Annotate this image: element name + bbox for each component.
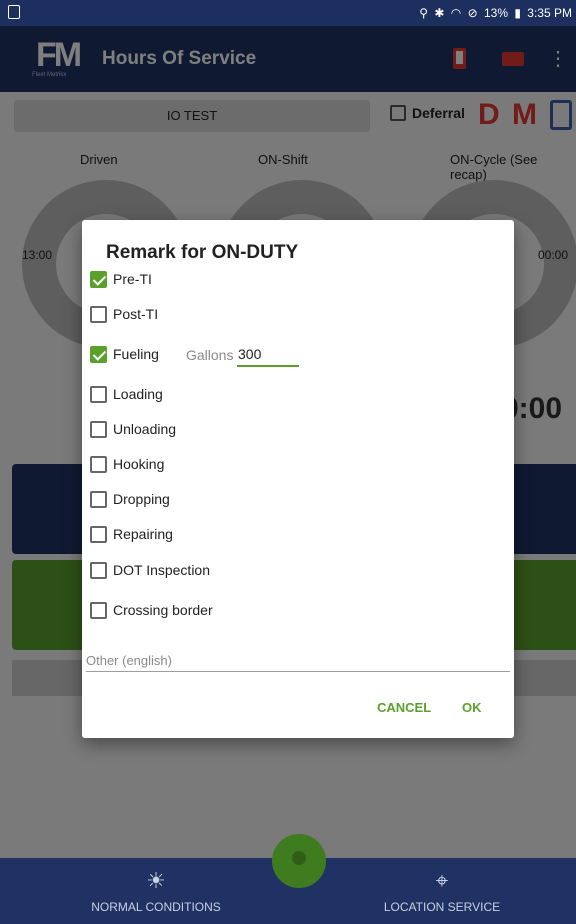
- option-label: Dropping: [113, 491, 170, 507]
- gallons-input[interactable]: [237, 343, 299, 367]
- option-loading[interactable]: Loading: [90, 381, 470, 409]
- sun-icon: ☀: [146, 868, 166, 893]
- option-crossing-border[interactable]: Crossing border: [90, 597, 470, 625]
- gallons-label: Gallons: [186, 347, 234, 363]
- driver-fab-button[interactable]: [272, 834, 326, 888]
- option-label: Crossing border: [113, 602, 213, 618]
- option-label: Unloading: [113, 421, 177, 437]
- option-label: Fueling: [113, 346, 159, 362]
- option-dropping[interactable]: Dropping: [90, 486, 470, 514]
- option-unloading[interactable]: Unloading: [90, 416, 470, 444]
- status-bar: ⚲ ✱ ◠ ⊘ 13% ▮ 3:35 PM: [0, 0, 576, 26]
- remark-dialog: Remark for ON-DUTY Pre-TI Post-TI Fuelin…: [82, 220, 514, 738]
- ok-button[interactable]: OK: [462, 700, 482, 715]
- checkbox-hooking[interactable]: [90, 456, 107, 473]
- checkbox-loading[interactable]: [90, 386, 107, 403]
- location-service-button[interactable]: ⌖ LOCATION SERVICE: [342, 858, 542, 924]
- screenshot-icon: [8, 5, 20, 19]
- checkbox-unloading[interactable]: [90, 421, 107, 438]
- location-icon: ⚲: [419, 6, 428, 20]
- status-indicators: ⚲ ✱ ◠ ⊘ 13% ▮ 3:35 PM: [416, 6, 572, 20]
- bluetooth-icon: ✱: [434, 6, 445, 20]
- option-label: DOT Inspection: [113, 562, 211, 578]
- option-repairing[interactable]: Repairing: [90, 521, 470, 549]
- battery-icon: ▮: [514, 6, 521, 20]
- checkbox-fueling[interactable]: [90, 346, 107, 363]
- option-label: Repairing: [113, 526, 173, 542]
- status-time: 3:35 PM: [527, 6, 572, 20]
- checkbox-repairing[interactable]: [90, 526, 107, 543]
- checkbox-dropping[interactable]: [90, 491, 107, 508]
- other-remark-input[interactable]: [86, 650, 510, 672]
- location-service-label: LOCATION SERVICE: [383, 900, 501, 914]
- checkbox-post-ti[interactable]: [90, 306, 107, 323]
- checkbox-dot-inspection[interactable]: [90, 562, 107, 579]
- option-label: Pre-TI: [113, 271, 152, 287]
- battery-percent: 13%: [483, 6, 508, 20]
- option-label: Hooking: [113, 456, 165, 472]
- option-pre-ti[interactable]: Pre-TI: [90, 266, 470, 294]
- dialog-title: Remark for ON-DUTY: [106, 242, 299, 263]
- normal-conditions-button[interactable]: ☀ NORMAL CONDITIONS: [56, 858, 256, 924]
- wifi-icon: ◠: [450, 6, 462, 20]
- option-hooking[interactable]: Hooking: [90, 451, 470, 479]
- option-dot-inspection[interactable]: DOT Inspection: [90, 557, 470, 585]
- location-off-icon: ⌖: [435, 868, 449, 893]
- option-label: Post-TI: [113, 306, 159, 322]
- checkbox-crossing-border[interactable]: [90, 602, 107, 619]
- option-post-ti[interactable]: Post-TI: [90, 301, 470, 329]
- option-label: Loading: [113, 386, 163, 402]
- cancel-button[interactable]: CANCEL: [377, 700, 431, 715]
- checkbox-pre-ti[interactable]: [90, 271, 107, 288]
- normal-conditions-label: NORMAL CONDITIONS: [91, 900, 221, 914]
- dnd-icon: ⊘: [467, 6, 478, 20]
